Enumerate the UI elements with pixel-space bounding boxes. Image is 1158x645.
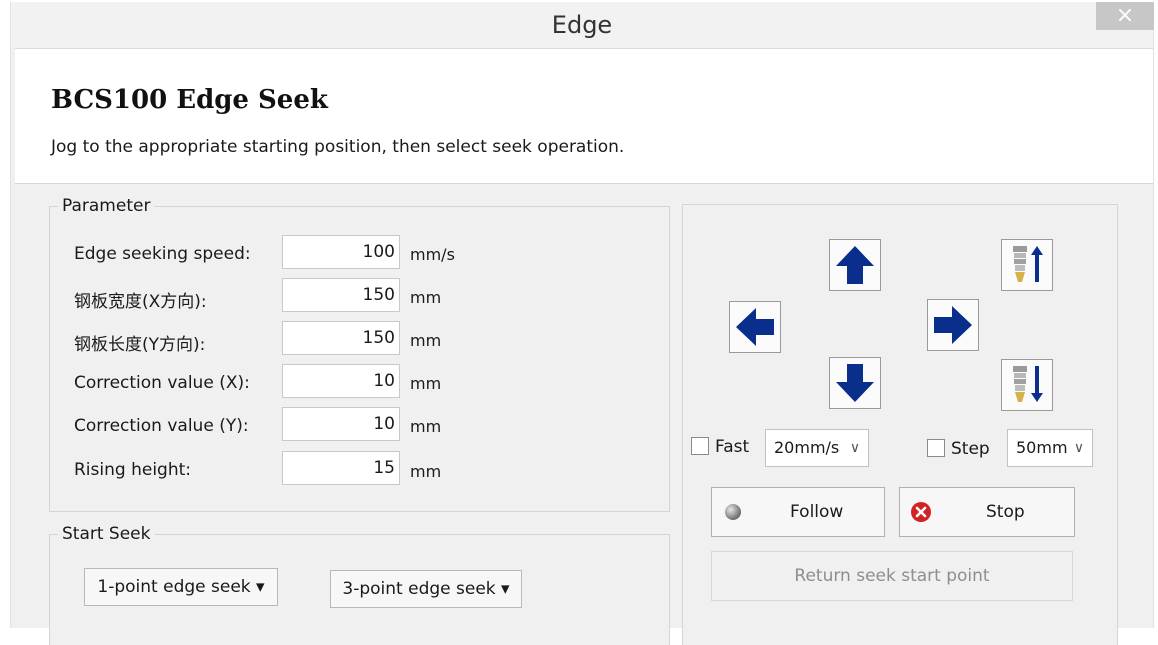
start-seek-group: Start Seek 1-point edge seek ▾ 3-point e… (49, 524, 670, 645)
jog-panel: Fast 20mm/s ∨ Step 50mm ∨ Follow Stop Re… (682, 204, 1118, 645)
title-bar: Edge × (11, 2, 1154, 48)
arrow-left-icon (736, 308, 774, 346)
page-description: Jog to the appropriate starting position… (51, 137, 625, 157)
step-checkbox[interactable] (927, 439, 945, 457)
torch-up-button[interactable] (1001, 239, 1053, 291)
jog-up-button[interactable] (829, 239, 881, 291)
arrow-right-icon (934, 306, 972, 344)
return-seek-start-point-button[interactable]: Return seek start point (711, 551, 1073, 601)
jog-right-button[interactable] (927, 299, 979, 351)
three-point-edge-seek-button[interactable]: 3-point edge seek ▾ (330, 570, 522, 608)
stop-label: Stop (986, 502, 1025, 522)
unit-label: mm (410, 331, 442, 350)
correction-y-input[interactable] (282, 407, 400, 441)
unit-label: mm (410, 417, 442, 436)
step-select[interactable]: 50mm ∨ (1007, 429, 1093, 467)
param-label-rising-height: Rising height: (74, 460, 191, 480)
speed-select-value: 20mm/s (774, 438, 840, 457)
param-label-correction-y: Correction value (Y): (74, 416, 249, 436)
stop-button[interactable]: Stop (899, 487, 1075, 537)
param-label-plate-width: 钢板宽度(X方向): (74, 292, 207, 312)
follow-label: Follow (790, 502, 844, 522)
chevron-down-icon: ∨ (1073, 440, 1085, 456)
edge-dialog: Edge × BCS100 Edge Seek Jog to the appro… (10, 2, 1154, 645)
rising-height-input[interactable] (282, 451, 400, 485)
chevron-down-icon: ∨ (849, 440, 861, 456)
close-icon: × (1115, 3, 1135, 28)
arrow-up-icon (836, 246, 874, 284)
param-label-edge-speed: Edge seeking speed: (74, 244, 251, 264)
speed-select[interactable]: 20mm/s ∨ (765, 429, 869, 467)
torch-up-icon (1013, 246, 1043, 282)
window-title: Edge (551, 11, 613, 39)
header-panel: BCS100 Edge Seek Jog to the appropriate … (15, 48, 1153, 184)
unit-label: mm (410, 462, 442, 481)
parameter-group: Parameter Edge seeking speed: mm/s 钢板宽度(… (49, 196, 670, 512)
stop-icon (911, 502, 931, 522)
plate-width-input[interactable] (282, 278, 400, 312)
step-select-value: 50mm (1016, 438, 1068, 457)
page-title: BCS100 Edge Seek (51, 85, 328, 115)
start-seek-group-label: Start Seek (58, 524, 155, 544)
jog-left-button[interactable] (729, 301, 781, 353)
torch-down-button[interactable] (1001, 359, 1053, 411)
torch-down-icon (1013, 366, 1043, 402)
param-label-correction-x: Correction value (X): (74, 373, 250, 393)
unit-label: mm (410, 288, 442, 307)
fast-label: Fast (715, 437, 750, 457)
unit-label: mm (410, 374, 442, 393)
follow-button[interactable]: Follow (711, 487, 885, 537)
parameter-group-label: Parameter (58, 196, 155, 216)
step-label: Step (951, 439, 990, 459)
arrow-down-icon (836, 364, 874, 402)
correction-x-input[interactable] (282, 364, 400, 398)
param-label-plate-length: 钢板长度(Y方向): (74, 335, 206, 355)
status-dot-icon (725, 504, 741, 520)
edge-speed-input[interactable] (282, 235, 400, 269)
jog-down-button[interactable] (829, 357, 881, 409)
unit-label: mm/s (410, 245, 455, 264)
plate-length-input[interactable] (282, 321, 400, 355)
one-point-edge-seek-button[interactable]: 1-point edge seek ▾ (84, 568, 278, 606)
fast-checkbox[interactable] (691, 437, 709, 455)
close-button[interactable]: × (1096, 2, 1154, 30)
